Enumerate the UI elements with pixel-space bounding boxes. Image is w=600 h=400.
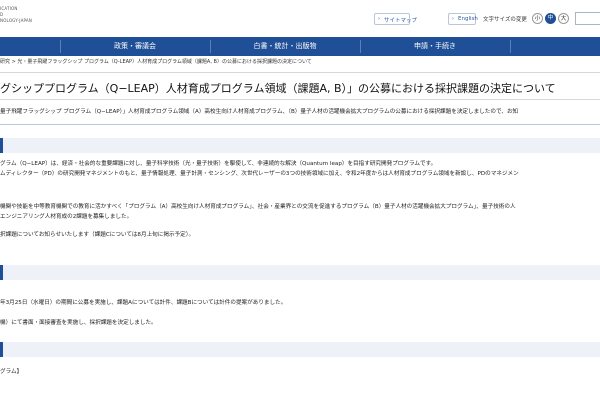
divider xyxy=(0,124,600,125)
chevron-right-icon: › xyxy=(452,16,454,22)
divider xyxy=(0,72,600,73)
section-heading-results xyxy=(0,342,600,357)
font-size-label: 文字サイズの変更 xyxy=(483,17,527,23)
ministry-logo[interactable]: ICATION D NOLOGY-JAPAN xyxy=(0,6,70,24)
global-nav: 政策・審議会 白書・統計・出版物 申請・手続き xyxy=(0,37,600,56)
nav-item-whitepaper[interactable]: 白書・統計・出版物 xyxy=(210,37,360,56)
font-size-medium-button[interactable]: 中 xyxy=(545,13,556,24)
overview-line-3: 機関や技能を中等教育機関での教育に活かすべく「プログラム（A）高校生向け人材育成… xyxy=(0,204,516,210)
results-subheading: グラム】 xyxy=(0,369,23,375)
nav-item-application[interactable]: 申請・手続き xyxy=(360,37,510,56)
sitemap-label: サイトマップ xyxy=(384,18,418,24)
chevron-right-icon: › xyxy=(378,16,380,22)
font-size-large-button[interactable]: 大 xyxy=(558,13,569,24)
english-label: English xyxy=(458,16,478,22)
divider xyxy=(0,99,600,100)
breadcrumb[interactable]: 研究 > 光・量子飛躍フラッグシップ プログラム（Q-LEAP）人材育成プログラ… xyxy=(0,58,600,69)
search-input[interactable] xyxy=(575,12,600,25)
overview-line-2: ムディレクター（PD）の研究開発マネジメントのもと、量子情報処理、量子計測・セン… xyxy=(0,171,519,177)
overview-line-1: グラム（Q−LEAP）は、経済・社会的な重要課題に対し、量子科学技術（光・量子技… xyxy=(0,161,437,167)
page-title: グシッププログラム（Q−LEAP）人材育成プログラム領域（課題A, B）」の公募… xyxy=(0,82,556,95)
section-marker xyxy=(0,342,3,357)
font-size-small-button[interactable]: 小 xyxy=(532,13,543,24)
nav-item-more[interactable] xyxy=(510,37,600,56)
logo-line-3: NOLOGY-JAPAN xyxy=(0,18,33,23)
section-heading-schedule xyxy=(0,265,600,280)
nav-item-policy[interactable]: 政策・審議会 xyxy=(60,37,210,56)
sitemap-link[interactable]: › サイトマップ xyxy=(374,13,417,25)
site-header: ICATION D NOLOGY-JAPAN › サイトマップ › Englis… xyxy=(0,0,600,36)
english-link[interactable]: › English xyxy=(448,13,478,25)
intro-text: 量子飛躍フラッグシップ プログラム（Q−LEAP）」人材育成プログラム領域（A）… xyxy=(0,109,519,115)
section-marker xyxy=(0,138,3,153)
section-marker xyxy=(0,265,3,280)
schedule-line-1: 年3月25日（水曜日）の期間に公募を実施し、課題Aについては計件、課題Bについて… xyxy=(0,300,287,306)
overview-line-5: 択課題についてお知らせいたします（課題Cについては8月上旬に掲示予定）。 xyxy=(0,232,195,238)
section-heading-overview xyxy=(0,138,600,153)
schedule-line-2: 機）にて書面・面接審査を実施し、採択課題を決定しました。 xyxy=(0,320,157,326)
overview-line-4: エンジニアリング人材育成の2課題を募集しました。 xyxy=(0,214,133,220)
